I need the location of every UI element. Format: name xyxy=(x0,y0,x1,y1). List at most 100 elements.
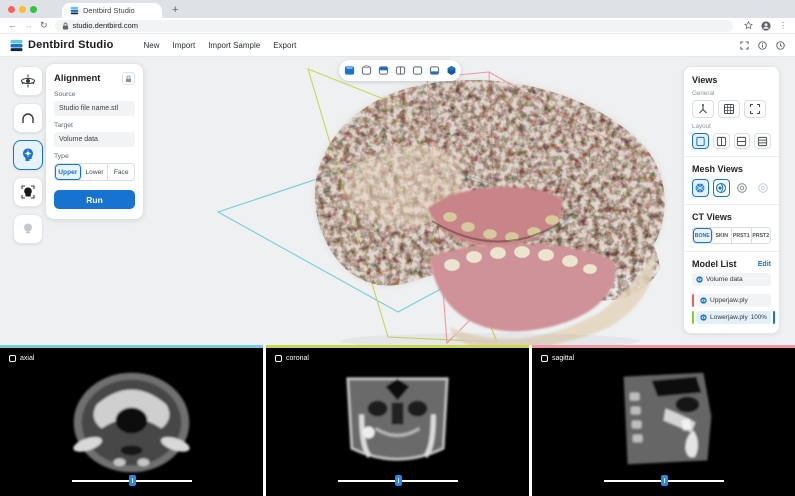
jaw-outline-icon[interactable] xyxy=(412,65,423,76)
kebab-menu-icon[interactable]: ⋮ xyxy=(779,22,787,30)
close-window-icon[interactable] xyxy=(8,6,15,13)
info-icon[interactable] xyxy=(758,41,767,50)
type-option-lower[interactable]: Lower xyxy=(82,164,109,180)
axial-label: axial xyxy=(20,355,34,362)
browser-tab[interactable]: Dentbird Studio xyxy=(62,3,162,18)
ct-views-segmented-control: BONE SKIN PRST1 PRST2 xyxy=(692,227,771,244)
menu-new[interactable]: New xyxy=(144,41,160,50)
upper-jaw-outline-icon[interactable] xyxy=(361,65,372,76)
ct-option-skin[interactable]: SKIN xyxy=(713,228,733,243)
tool-orientation-button[interactable] xyxy=(13,66,43,96)
slider-handle[interactable] xyxy=(661,475,668,486)
model-item-label: Volume data xyxy=(706,276,743,283)
expand-icon[interactable] xyxy=(740,41,749,50)
lock-icon xyxy=(62,22,69,30)
type-label: Type xyxy=(54,153,135,160)
new-tab-button[interactable]: + xyxy=(172,5,178,16)
axial-view-panel[interactable]: axial xyxy=(0,345,263,496)
face-scan-icon xyxy=(20,184,36,200)
alignment-lock-button[interactable] xyxy=(122,72,135,85)
layout-single-button[interactable] xyxy=(692,133,709,149)
maximize-window-icon[interactable] xyxy=(30,6,37,13)
panel-expand-icon[interactable] xyxy=(9,355,16,362)
reload-icon[interactable]: ↻ xyxy=(40,21,48,30)
history-icon[interactable] xyxy=(776,41,785,50)
back-icon[interactable]: ← xyxy=(8,21,17,30)
target-field[interactable]: Volume data xyxy=(54,132,135,147)
model-list-edit-link[interactable]: Edit xyxy=(758,261,771,268)
visibility-icon[interactable] xyxy=(700,297,707,304)
slider-handle[interactable] xyxy=(129,475,136,486)
smile-lamp-icon xyxy=(20,221,36,237)
coronal-slice-image xyxy=(266,348,529,496)
panel-expand-icon[interactable] xyxy=(275,355,282,362)
slider-handle[interactable] xyxy=(395,475,402,486)
favicon-layers-icon xyxy=(70,6,79,15)
alignment-title: Alignment xyxy=(54,73,100,84)
grid-view-button[interactable] xyxy=(718,100,740,118)
layout-two-vertical-button[interactable] xyxy=(713,133,730,149)
coronal-view-panel[interactable]: coronal xyxy=(266,345,529,496)
volume-solid-icon[interactable] xyxy=(446,65,457,76)
model-item-volume-data[interactable]: Volume data xyxy=(692,273,771,286)
layout-two-horizontal-button[interactable] xyxy=(734,133,751,149)
tool-face-scan-button[interactable] xyxy=(13,177,43,207)
ct-option-prst1[interactable]: PRST1 xyxy=(732,228,752,243)
minimize-window-icon[interactable] xyxy=(19,6,26,13)
window-controls[interactable] xyxy=(0,0,44,18)
layers-logo-icon xyxy=(10,39,23,52)
layout-three-icon xyxy=(757,136,768,147)
model-item-upperjaw[interactable]: Upperjaw.ply xyxy=(696,294,771,307)
sagittal-slice-slider[interactable] xyxy=(604,475,724,486)
menu-import-sample[interactable]: Import Sample xyxy=(208,41,260,50)
mesh-wire-button[interactable] xyxy=(692,179,709,197)
mesh-smooth-button[interactable] xyxy=(713,179,730,197)
menu-export[interactable]: Export xyxy=(273,41,296,50)
layout-three-button[interactable] xyxy=(754,133,771,149)
avatar-icon[interactable] xyxy=(761,21,771,31)
model-item-lowerjaw[interactable]: Lowerjaw.ply 100% xyxy=(696,311,771,324)
sagittal-view-panel[interactable]: sagittal xyxy=(532,345,795,496)
axial-slice-slider[interactable] xyxy=(72,475,192,486)
source-field[interactable]: Studio file name.stl xyxy=(54,101,135,116)
lower-band-icon[interactable] xyxy=(429,65,440,76)
tool-smile-button[interactable] xyxy=(13,214,43,244)
app-logo[interactable]: Dentbird Studio xyxy=(10,39,114,52)
menu-import[interactable]: Import xyxy=(173,41,196,50)
browser-tab-strip: Dentbird Studio + xyxy=(0,0,795,18)
main-menu: New Import Import Sample Export xyxy=(144,41,297,50)
3d-viewport[interactable]: Alignment Source Studio file name.stl Ta… xyxy=(0,57,795,345)
ct-slice-row: axial coronal xyxy=(0,345,795,496)
run-button[interactable]: Run xyxy=(54,190,135,209)
coronal-slice-slider[interactable] xyxy=(338,475,458,486)
mesh-disabled-button[interactable] xyxy=(754,179,771,197)
visibility-icon[interactable] xyxy=(700,314,707,321)
type-option-face[interactable]: Face xyxy=(108,164,134,180)
upper-half-filled-icon[interactable] xyxy=(378,65,389,76)
opacity-value: 100% xyxy=(751,314,767,321)
mesh-views-title: Mesh Views xyxy=(692,164,771,174)
url-text: studio.dentbird.com xyxy=(73,21,138,30)
visibility-icon[interactable] xyxy=(696,276,703,283)
jaws-solid-icon[interactable] xyxy=(344,65,355,76)
jaw-split-icon[interactable] xyxy=(395,65,406,76)
panel-expand-icon[interactable] xyxy=(541,355,548,362)
views-panel: Views General Layout xyxy=(683,66,780,334)
type-option-upper[interactable]: Upper xyxy=(55,164,82,180)
forward-icon[interactable]: → xyxy=(24,21,33,30)
tool-arch-button[interactable] xyxy=(13,103,43,133)
tool-head-alignment-button[interactable] xyxy=(13,140,43,170)
layout-label: Layout xyxy=(692,123,771,130)
marquee-view-button[interactable] xyxy=(744,100,766,118)
address-bar[interactable]: studio.dentbird.com xyxy=(55,20,733,32)
star-icon[interactable] xyxy=(744,21,753,30)
alignment-panel: Alignment Source Studio file name.stl Ta… xyxy=(46,64,143,219)
opacity-slider[interactable] xyxy=(773,311,775,324)
coronal-label: coronal xyxy=(286,355,309,362)
ct-option-bone[interactable]: BONE xyxy=(693,228,713,243)
target-label: Target xyxy=(54,122,135,129)
mesh-matcap-button[interactable] xyxy=(734,179,751,197)
ct-option-prst2[interactable]: PRST2 xyxy=(752,228,771,243)
axes-view-button[interactable] xyxy=(692,100,714,118)
source-label: Source xyxy=(54,91,135,98)
